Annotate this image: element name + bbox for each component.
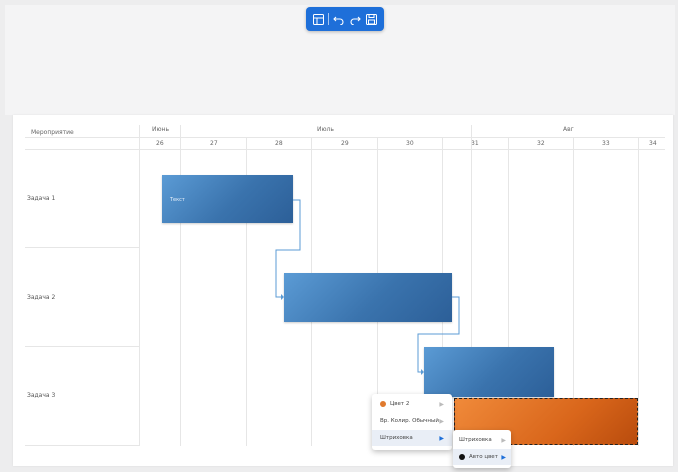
- menu-item-line-color[interactable]: Вр. Колир. Обычный ▶: [372, 413, 452, 429]
- menu-item-label: Штриховка: [380, 435, 413, 441]
- undo-icon[interactable]: [331, 12, 345, 26]
- context-menu: Цвет 2 ▶ Вр. Колир. Обычный ▶ Штриховка …: [372, 394, 452, 450]
- chevron-right-icon: ▶: [439, 434, 444, 442]
- menu-item-label: Авто цвет: [469, 454, 498, 460]
- gantt-chart: Мероприятие Июнь Июль Авг 26 27 28 29 30…: [13, 115, 673, 466]
- toolbar-divider: [327, 13, 329, 25]
- submenu: Штриховка ▶ Авто цвет ▶: [453, 430, 511, 468]
- chevron-right-icon: ▶: [439, 400, 444, 408]
- chevron-right-icon: ▶: [501, 453, 506, 461]
- menu-item-label: Цвет 2: [390, 401, 410, 407]
- floating-toolbar: [306, 7, 384, 31]
- redo-icon[interactable]: [348, 12, 362, 26]
- submenu-item-auto-color[interactable]: Авто цвет ▶: [453, 449, 511, 465]
- color-swatch-icon: [380, 401, 386, 407]
- save-icon[interactable]: [365, 12, 379, 26]
- color-swatch-icon: [459, 454, 465, 460]
- table-icon[interactable]: [311, 12, 325, 26]
- menu-item-hatching[interactable]: Штриховка ▶: [372, 430, 452, 446]
- chevron-right-icon: ▶: [439, 417, 444, 425]
- menu-item-label: Вр. Колир. Обычный: [380, 418, 439, 424]
- menu-item-label: Штриховка: [459, 437, 492, 443]
- chevron-right-icon: ▶: [501, 436, 506, 444]
- submenu-item-hatching[interactable]: Штриховка ▶: [453, 432, 511, 448]
- menu-item-color[interactable]: Цвет 2 ▶: [372, 396, 452, 412]
- dependency-connectors: [275, 199, 460, 375]
